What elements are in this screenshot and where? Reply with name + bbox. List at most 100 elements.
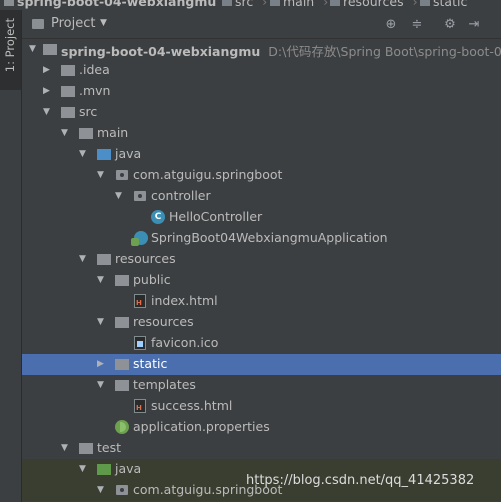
tree-item-label: java (115, 146, 142, 161)
gear-icon[interactable]: ⚙ (442, 16, 458, 32)
folder-icon (61, 86, 75, 97)
tree-item-label: success.html (151, 398, 233, 413)
tree-item-hello-controller[interactable]: C HelloController (22, 207, 501, 228)
tree-item-label: com.atguigu.springboot (133, 167, 283, 182)
view-selector[interactable]: Project (51, 16, 95, 31)
breadcrumb-separator: › (412, 0, 418, 9)
project-tool-window-header: Project ▼ ⊕ ≑ ⚙ ⇥ (22, 10, 501, 39)
tree-item-label: static (133, 356, 168, 371)
folder-icon (79, 443, 93, 454)
chevron-down-icon[interactable]: ▼ (97, 379, 107, 391)
tree-item-controller[interactable]: ▼ controller (22, 186, 501, 207)
tree-item-label: src (79, 104, 98, 119)
ico-file-icon (134, 336, 146, 350)
tree-item-src[interactable]: ▼ src (22, 102, 501, 123)
tree-item-resources-root[interactable]: ▼ resources (22, 249, 501, 270)
chevron-down-icon[interactable]: ▼ (115, 190, 125, 202)
package-icon (116, 170, 128, 180)
folder-icon (330, 0, 340, 6)
tree-item-label: test (97, 440, 122, 455)
left-tool-strip: 1: Project (0, 10, 22, 502)
tree-item-label: index.html (151, 293, 218, 308)
project-tree: ▼ spring-boot-04-webxiangmu D:\代码存放\Sprin… (22, 39, 501, 502)
folder-icon (222, 0, 232, 6)
chevron-down-icon[interactable]: ▼ (79, 148, 89, 160)
html-file-icon (134, 294, 146, 308)
package-icon (116, 485, 128, 495)
breadcrumb-separator: › (262, 0, 268, 9)
tree-item-label: favicon.ico (151, 335, 219, 350)
tree-item-path: D:\代码存放\Spring Boot\spring-boot-04-w (268, 44, 501, 59)
chevron-down-icon[interactable]: ▼ (61, 127, 71, 139)
chevron-down-icon[interactable]: ▼ (79, 463, 89, 475)
tree-item-package[interactable]: ▼ com.atguigu.springboot (22, 165, 501, 186)
tree-item-label: java (115, 461, 142, 476)
tree-item-public[interactable]: ▼ public (22, 270, 501, 291)
tree-item-label: SpringBoot04WebxiangmuApplication (151, 230, 388, 245)
folder-icon (115, 275, 129, 286)
tree-item-label: public (133, 272, 171, 287)
breadcrumb-separator: › (323, 0, 329, 9)
chevron-down-icon[interactable]: ▼ (29, 43, 39, 55)
spring-boot-class-icon (131, 231, 148, 246)
tree-item-label: resources (133, 314, 194, 329)
tree-item-application-class[interactable]: SpringBoot04WebxiangmuApplication (22, 228, 501, 249)
breadcrumb-item-main[interactable]: main › (270, 0, 328, 9)
chevron-down-icon[interactable]: ▼ (61, 442, 71, 454)
project-tool-tab[interactable]: 1: Project (0, 10, 21, 90)
tree-item-static[interactable]: ▶ static (22, 354, 501, 375)
tree-item-idea[interactable]: ▶ .idea (22, 60, 501, 81)
folder-icon (270, 0, 280, 6)
test-source-folder-icon (97, 464, 111, 475)
breadcrumb-item-static[interactable]: static (420, 0, 467, 9)
chevron-down-icon[interactable]: ▼ (97, 274, 107, 286)
tree-item-label: main (97, 125, 129, 140)
tree-item-label: .idea (79, 62, 110, 77)
chevron-right-icon[interactable]: ▶ (97, 358, 107, 370)
breadcrumb-item-src[interactable]: src › (222, 0, 267, 9)
tree-item-label: spring-boot-04-webxiangmu (61, 44, 261, 59)
html-file-icon (134, 399, 146, 413)
chevron-down-icon[interactable]: ▼ (97, 316, 107, 328)
tree-item-label: .mvn (79, 83, 111, 98)
chevron-down-icon[interactable]: ▼ (97, 484, 107, 496)
tree-item-label: application.properties (133, 419, 270, 434)
tree-item-templates[interactable]: ▼ templates (22, 375, 501, 396)
folder-icon (61, 65, 75, 76)
tree-item-index-html[interactable]: index.html (22, 291, 501, 312)
tree-item-root[interactable]: ▼ spring-boot-04-webxiangmu D:\代码存放\Sprin… (22, 39, 501, 60)
tree-item-label: HelloController (169, 209, 263, 224)
tree-item-test[interactable]: ▼ test (22, 438, 501, 459)
tree-item-java[interactable]: ▼ java (22, 144, 501, 165)
locate-icon[interactable]: ⊕ (383, 16, 399, 32)
tree-item-resources-sub[interactable]: ▼ resources (22, 312, 501, 333)
tree-item-label: templates (133, 377, 196, 392)
chevron-down-icon[interactable]: ▼ (79, 253, 89, 265)
folder-icon (115, 317, 129, 328)
tree-item-label: resources (115, 251, 176, 266)
module-icon (4, 0, 14, 6)
module-folder-icon (43, 44, 57, 55)
folder-icon (115, 359, 129, 370)
tree-item-success-html[interactable]: success.html (22, 396, 501, 417)
breadcrumb-item-resources[interactable]: resources › (330, 0, 418, 9)
hide-icon[interactable]: ⇥ (466, 16, 482, 32)
folder-icon (420, 0, 430, 6)
chevron-right-icon[interactable]: ▶ (43, 64, 53, 76)
breadcrumb-item-project[interactable]: spring-boot-04-webxiangmu › (4, 0, 230, 9)
tree-item-application-properties[interactable]: application.properties (22, 417, 501, 438)
chevron-down-icon[interactable]: ▼ (43, 106, 53, 118)
collapse-all-icon[interactable]: ≑ (409, 16, 425, 32)
folder-icon (79, 128, 93, 139)
chevron-down-icon[interactable]: ▼ (97, 169, 107, 181)
chevron-down-icon[interactable]: ▼ (100, 18, 107, 28)
properties-file-icon (115, 420, 129, 434)
tree-item-mvn[interactable]: ▶ .mvn (22, 81, 501, 102)
tree-item-label: controller (151, 188, 211, 203)
class-icon: C (151, 210, 165, 224)
tree-item-main[interactable]: ▼ main (22, 123, 501, 144)
source-folder-icon (97, 149, 111, 160)
chevron-right-icon[interactable]: ▶ (43, 85, 53, 97)
tree-item-favicon[interactable]: favicon.ico (22, 333, 501, 354)
resources-folder-icon (97, 254, 111, 265)
